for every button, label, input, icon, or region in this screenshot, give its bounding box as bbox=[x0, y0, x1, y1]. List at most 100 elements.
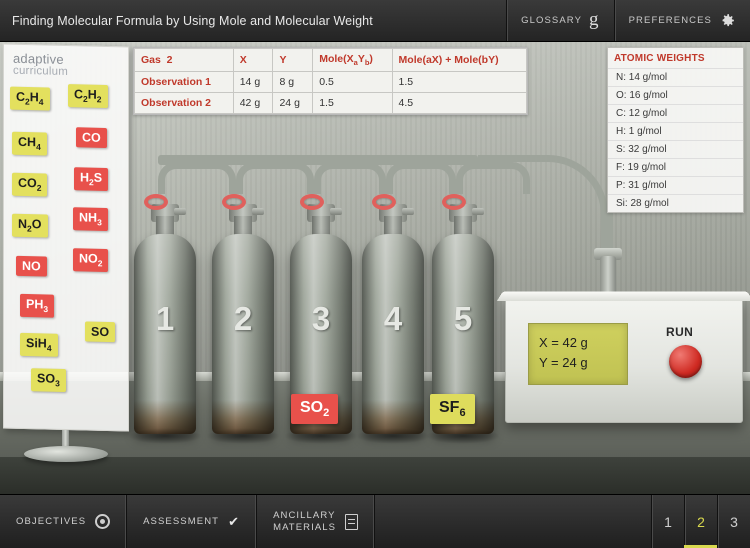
chip-list: C2H4 C2H2 CH4 CO CO2 H2S N2O NH3 NO NO2 … bbox=[4, 84, 130, 427]
cell-x-1: 14 g bbox=[232, 71, 274, 94]
cylinder-outlet-3 bbox=[330, 208, 342, 215]
glossary-label: GLOSSARY bbox=[521, 15, 583, 26]
machine-readout-screen: X = 42 g Y = 24 g bbox=[528, 323, 628, 385]
chip-no2[interactable]: NO2 bbox=[73, 248, 109, 272]
bench-tag-sf6-label: SF6 bbox=[439, 399, 466, 420]
objectives-button[interactable]: OBJECTIVES bbox=[0, 495, 128, 548]
run-button[interactable] bbox=[669, 345, 702, 378]
panel-stand bbox=[24, 430, 108, 462]
cylinder-knob-5[interactable] bbox=[442, 194, 466, 210]
objectives-label: OBJECTIVES bbox=[16, 516, 87, 527]
cell-mole-xayb-1: 0.5 bbox=[312, 71, 393, 94]
bench-tag-sf6[interactable]: SF6 bbox=[430, 394, 475, 425]
stand-base bbox=[24, 446, 108, 462]
brand-logo: adaptive curriculum bbox=[13, 51, 123, 80]
gear-icon bbox=[719, 12, 736, 29]
hose-3 bbox=[314, 162, 386, 194]
cell-mole-xayb-2: 1.5 bbox=[312, 92, 393, 115]
glossary-g-icon: g bbox=[589, 9, 600, 30]
target-icon bbox=[95, 514, 111, 529]
bottom-toolbar: OBJECTIVES ASSESSMENT ✔ ANCILLARY MATERI… bbox=[0, 494, 750, 548]
page-button-2[interactable]: 2 bbox=[684, 495, 717, 548]
chip-no[interactable]: NO bbox=[16, 255, 47, 277]
chip-h2s[interactable]: H2S bbox=[74, 167, 109, 191]
cylinder-outlet-1 bbox=[174, 208, 186, 215]
chip-c2h4[interactable]: C2H4 bbox=[10, 86, 50, 111]
cylinder-shadow-3 bbox=[284, 428, 358, 444]
hose-manifold bbox=[158, 155, 478, 165]
cylinder-number-1: 1 bbox=[155, 300, 175, 337]
top-toolbar: Finding Molecular Formula by Using Mole … bbox=[0, 0, 750, 42]
machine-top-face bbox=[497, 291, 750, 301]
analyzer-machine: X = 42 g Y = 24 g RUN bbox=[497, 291, 750, 423]
pager: 1 2 3 bbox=[651, 495, 750, 548]
document-icon bbox=[345, 513, 359, 530]
hose-2 bbox=[236, 162, 314, 194]
chip-so3[interactable]: SO3 bbox=[31, 368, 66, 392]
chip-ch4[interactable]: CH4 bbox=[12, 131, 47, 156]
row-label-1: Observation 1 bbox=[134, 71, 234, 94]
assessment-button[interactable]: ASSESSMENT ✔ bbox=[127, 495, 258, 548]
cylinder-shadow-2 bbox=[206, 428, 280, 444]
page-button-1[interactable]: 1 bbox=[651, 495, 684, 548]
table-header-row: Gas 2 X Y Mole(XaYb) Mole(aX) + Mole(bY) bbox=[134, 47, 528, 73]
col-x: X bbox=[232, 47, 274, 73]
cylinder-number-3: 3 bbox=[311, 300, 331, 337]
page-button-3[interactable]: 3 bbox=[717, 495, 750, 548]
cylinder-number-4: 4 bbox=[383, 300, 403, 337]
chip-sih4[interactable]: SiH4 bbox=[20, 332, 58, 357]
cylinder-number-2: 2 bbox=[233, 300, 253, 337]
chip-co[interactable]: CO bbox=[76, 127, 107, 148]
cylinder-knob-4[interactable] bbox=[372, 194, 396, 210]
readout-x: X = 42 g bbox=[539, 335, 588, 350]
chip-ph3[interactable]: PH3 bbox=[20, 293, 55, 318]
application-window: Finding Molecular Formula by Using Mole … bbox=[0, 0, 750, 548]
ancillary-materials-button[interactable]: ANCILLARY MATERIALS bbox=[257, 495, 376, 548]
cylinder-knob-2[interactable] bbox=[222, 194, 246, 210]
row-label-2: Observation 2 bbox=[134, 92, 234, 115]
preferences-button[interactable]: PREFERENCES bbox=[613, 0, 750, 41]
cylinder-knob-1[interactable] bbox=[144, 194, 168, 210]
brand-line2: curriculum bbox=[13, 64, 69, 79]
atomic-weight-row: H: 1 g/mol bbox=[608, 122, 743, 140]
readout-y: Y = 24 g bbox=[539, 355, 588, 370]
atomic-weight-row: F: 19 g/mol bbox=[608, 158, 743, 176]
cylinder-shadow-1 bbox=[128, 428, 202, 444]
atomic-weights-panel: ATOMIC WEIGHTS N: 14 g/mol O: 16 g/mol C… bbox=[607, 47, 744, 213]
run-label: RUN bbox=[666, 325, 694, 339]
assessment-label: ASSESSMENT bbox=[143, 516, 220, 527]
atomic-weight-row: Si: 28 g/mol bbox=[608, 194, 743, 212]
table-row: Observation 1 14 g 8 g 0.5 1.5 bbox=[134, 71, 528, 94]
atomic-weight-row: S: 32 g/mol bbox=[608, 140, 743, 158]
col-gas: Gas 2 bbox=[134, 47, 234, 73]
atomic-weights-title: ATOMIC WEIGHTS bbox=[614, 53, 705, 64]
bench-tag-so2-label: SO2 bbox=[300, 399, 330, 420]
ancillary-label-line1: ANCILLARY bbox=[273, 509, 336, 521]
atomic-weight-row: C: 12 g/mol bbox=[608, 104, 743, 122]
simulation-scene: 1 2 3 4 5 SO2 SF6 X = 42 g Y = 24 g RUN … bbox=[0, 42, 750, 494]
cell-mole-sum-2: 4.5 bbox=[391, 92, 528, 115]
atomic-weight-row: P: 31 g/mol bbox=[608, 176, 743, 194]
col-mole-xayb: Mole(XaYb) bbox=[312, 47, 393, 73]
cylinder-outlet-2 bbox=[252, 208, 264, 215]
cylinder-outlet-4 bbox=[402, 208, 414, 215]
cylinder-shadow-4 bbox=[356, 428, 430, 444]
col-y: Y bbox=[272, 47, 314, 73]
atomic-weight-row: O: 16 g/mol bbox=[608, 86, 743, 104]
chip-c2h2[interactable]: C2H2 bbox=[68, 84, 108, 108]
cell-x-2: 42 g bbox=[232, 92, 274, 115]
hose-1 bbox=[158, 162, 236, 194]
bench-tag-so2[interactable]: SO2 bbox=[291, 394, 339, 425]
chip-nh3[interactable]: NH3 bbox=[73, 207, 108, 231]
molecule-chip-panel: adaptive curriculum C2H4 C2H2 CH4 CO CO2… bbox=[3, 43, 130, 432]
ancillary-label-line2: MATERIALS bbox=[273, 521, 337, 533]
chip-n2o[interactable]: N2O bbox=[12, 213, 48, 238]
check-icon: ✔ bbox=[228, 513, 241, 529]
chip-co2[interactable]: CO2 bbox=[12, 172, 48, 197]
cylinder-knob-3[interactable] bbox=[300, 194, 324, 210]
atomic-weight-row: N: 14 g/mol bbox=[608, 68, 743, 86]
glossary-button[interactable]: GLOSSARY g bbox=[506, 0, 614, 41]
table-row: Observation 2 42 g 24 g 1.5 4.5 bbox=[134, 92, 528, 115]
col-mole-sum: Mole(aX) + Mole(bY) bbox=[391, 47, 528, 73]
chip-so[interactable]: SO bbox=[85, 321, 116, 343]
